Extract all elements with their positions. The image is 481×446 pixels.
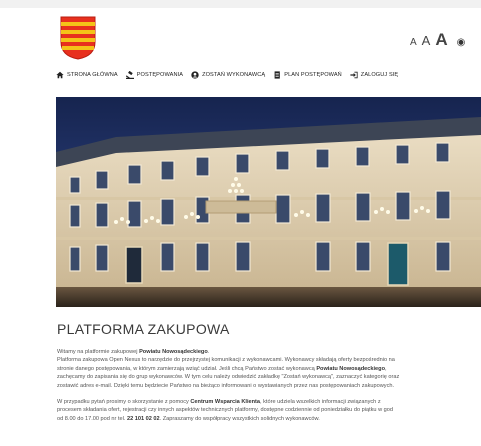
text-span: W przypadku pytań prosimy o skorzystanie… (57, 399, 191, 406)
nav-item-label: ZOSTAŃ WYKONAWCĄ (202, 72, 266, 78)
nav-item-procedures[interactable]: POSTĘPOWANIA (125, 71, 184, 79)
text-span: , które udziela wszelkich informacji zwi… (260, 399, 381, 406)
font-size-large-button[interactable]: A (435, 30, 447, 50)
font-size-small-button[interactable]: A (410, 37, 417, 48)
county-name: Powiatu Nowosądeckiego (316, 365, 386, 372)
home-icon (56, 71, 64, 79)
text-line: stronie danego postępowania, w którym za… (57, 365, 481, 373)
top-strip (0, 0, 481, 8)
hero-photo-starostwo-building (56, 97, 481, 307)
text-line: zachęcamy do zapisania się do grup wykon… (57, 374, 400, 381)
eye-icon[interactable]: ◉ (457, 37, 466, 48)
document-icon (274, 71, 281, 79)
text-line: Platforma zakupowa Open Nexus to narzędz… (57, 357, 395, 364)
support-phone-number: 22 101 02 02 (126, 415, 160, 422)
font-size-medium-button[interactable]: A (422, 33, 431, 48)
intro-text: Witamy na platformie zakupowej Powiatu N… (57, 348, 481, 423)
support-center-name: Centrum Wsparcia Klienta (190, 399, 261, 406)
county-name: Powiatu Nowosądeckiego (139, 349, 208, 355)
nav-item-become-contractor[interactable]: ZOSTAŃ WYKONAWCĄ (191, 71, 265, 79)
text-line: od 8.00 do 17.00 pod nr tel. 22 101 02 0… (57, 415, 481, 423)
nav-item-label: POSTĘPOWANIA (136, 72, 184, 78)
nav-item-home[interactable]: STRONA GŁÓWNA (56, 71, 118, 79)
login-icon (350, 71, 358, 79)
coat-of-arms-logo[interactable] (60, 16, 96, 60)
text-line: Witamy na platformie zakupowej Powiatu N… (57, 348, 481, 356)
gavel-icon (125, 71, 134, 79)
text-span: Witamy na platformie zakupowej (57, 349, 140, 355)
text-span: . Zapraszamy do współpracy wszystkich so… (159, 415, 320, 422)
text-span: . (207, 349, 210, 355)
user-icon (191, 71, 199, 79)
text-line: procesem składania ofert, rejestracji cz… (57, 407, 394, 414)
nav-item-label: ZALOGUJ SIĘ (360, 72, 399, 78)
page-title: PLATFORMA ZAKUPOWA (57, 321, 230, 337)
font-size-controls: A A A ◉ (410, 30, 465, 50)
nav-item-login[interactable]: ZALOGUJ SIĘ (350, 71, 398, 79)
text-span: , (385, 365, 387, 372)
nav-item-label: PLAN POSTĘPOWAŃ (284, 72, 342, 78)
text-span: od 8.00 do 17.00 pod nr tel. (57, 415, 127, 422)
text-line: W przypadku pytań prosimy o skorzystanie… (57, 398, 481, 406)
nav-item-label: STRONA GŁÓWNA (67, 72, 118, 78)
text-span: stronie danego postępowania, w którym za… (57, 365, 317, 372)
text-line: zostawić adres e-mail. Dzięki temu będzi… (57, 382, 395, 389)
nav-item-procurement-plan[interactable]: PLAN POSTĘPOWAŃ (273, 71, 342, 79)
main-nav: STRONA GŁÓWNA POSTĘPOWANIA ZOSTAŃ WYKONA… (56, 71, 398, 79)
